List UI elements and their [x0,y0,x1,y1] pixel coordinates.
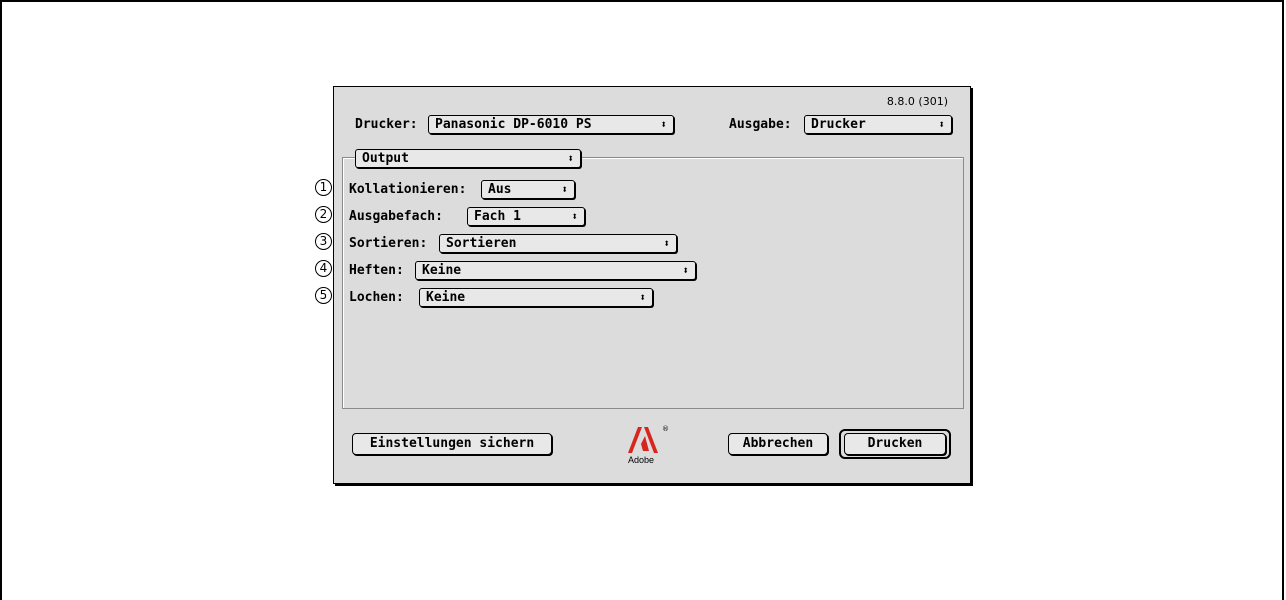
output-select[interactable]: Drucker ⬍ [804,115,952,134]
callout-3: 3 [315,233,332,250]
cancel-button[interactable]: Abbrechen [728,433,828,455]
punch-select-value: Keine [426,290,466,305]
printer-label: Drucker: [355,117,418,132]
staple-select[interactable]: Keine ⬍ [415,261,696,280]
output-select-value: Drucker [811,117,866,132]
panel-select[interactable]: Output ⬍ [355,149,581,168]
staple-select-value: Keine [422,263,462,278]
collate-select[interactable]: Aus ⬍ [481,180,575,199]
sort-select[interactable]: Sortieren ⬍ [439,234,677,253]
output-tray-select[interactable]: Fach 1 ⬍ [467,207,585,226]
updown-arrow-icon: ⬍ [660,118,667,131]
callout-5: 5 [315,287,332,304]
updown-arrow-icon: ⬍ [567,152,574,165]
adobe-logo-icon [628,427,658,453]
updown-arrow-icon: ⬍ [663,237,670,250]
print-dialog: 8.8.0 (301) Drucker: Panasonic DP-6010 P… [315,86,971,484]
print-button[interactable]: Drucken [844,433,946,455]
panel-select-value: Output [362,151,409,166]
updown-arrow-icon: ⬍ [561,183,568,196]
callout-2: 2 [315,206,332,223]
adobe-logo: ® Adobe [628,425,669,465]
updown-arrow-icon: ⬍ [639,291,646,304]
callout-4: 4 [315,260,332,277]
staple-label: Heften: [349,263,404,278]
output-tray-select-value: Fach 1 [474,209,521,224]
adobe-logo-text: Adobe [628,455,655,465]
output-label: Ausgabe: [729,117,792,132]
printer-select-value: Panasonic DP-6010 PS [435,117,592,132]
version-text: 8.8.0 (301) [886,95,948,108]
collate-label: Kollationieren: [349,182,467,197]
punch-select[interactable]: Keine ⬍ [419,288,653,307]
updown-arrow-icon: ⬍ [938,118,945,131]
printer-select[interactable]: Panasonic DP-6010 PS ⬍ [428,115,674,134]
updown-arrow-icon: ⬍ [571,210,578,223]
sort-select-value: Sortieren [446,236,517,251]
punch-label: Lochen: [349,290,404,305]
collate-select-value: Aus [488,182,512,197]
updown-arrow-icon: ⬍ [682,264,689,277]
save-settings-button[interactable]: Einstellungen sichern [352,433,552,455]
callout-1: 1 [315,179,332,196]
output-tray-label: Ausgabefach: [349,209,443,224]
sort-label: Sortieren: [349,236,428,251]
